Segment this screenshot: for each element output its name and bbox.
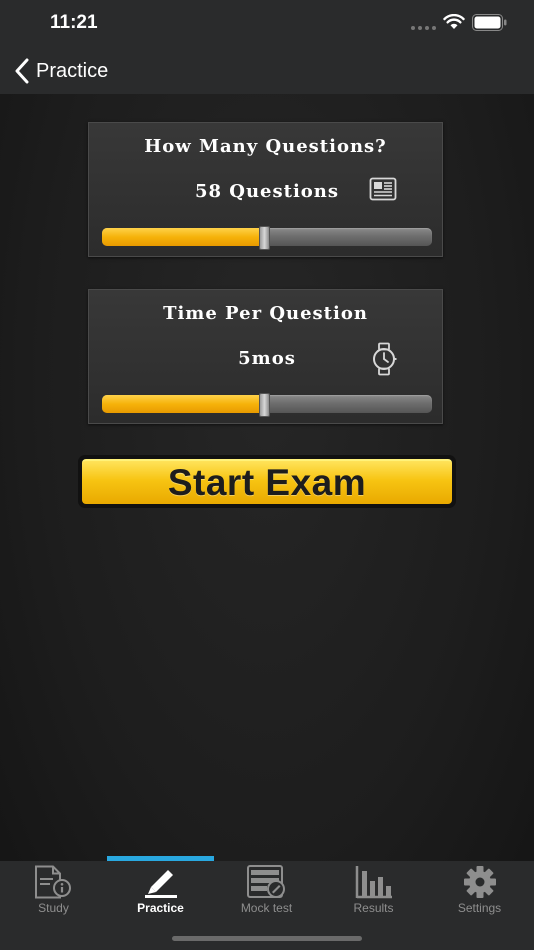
back-button[interactable]: Practice [14,56,108,86]
start-exam-label: Start Exam [167,461,367,503]
slider-fill [102,228,264,246]
study-document-icon [34,865,71,899]
newspaper-icon [369,177,397,201]
mock-test-icon [246,865,285,898]
slider-thumb[interactable] [258,226,270,250]
start-exam-button[interactable]: Start Exam [78,455,456,508]
wifi-icon [443,14,465,29]
tab-bar: Study Practice Mock test Results Setting… [0,861,534,950]
tab-mock-test-label: Mock test [240,901,293,915]
tab-settings-label: Settings [457,901,502,915]
gear-icon [463,866,496,898]
battery-icon [472,14,507,31]
question-count-slider[interactable] [102,226,432,250]
back-button-label: Practice [36,59,109,82]
slider-thumb[interactable] [258,393,270,417]
tab-results-label: Results [353,901,394,915]
bar-chart-icon [355,866,392,899]
chevron-left-icon [15,58,29,84]
tab-results[interactable]: Results [320,861,427,923]
question-count-panel: How Many Questions? 58 Questions [88,122,443,257]
tab-study[interactable]: Study [0,861,107,923]
stopwatch-icon [373,342,397,376]
home-indicator [172,936,362,941]
tab-practice-label: Practice [137,901,184,915]
start-exam-button-face: Start Exam [82,459,452,504]
top-bar: 11:21 Practice [0,0,534,94]
question-count-title: How Many Questions? [144,136,387,157]
pencil-icon [144,870,177,898]
status-time: 11:21 [50,12,98,33]
tab-practice[interactable]: Practice [107,861,214,923]
signal-dots-icon [411,26,436,30]
tab-study-label: Study [38,901,69,915]
time-per-question-title: Time Per Question [163,303,368,324]
tab-mock-test[interactable]: Mock test [213,861,320,923]
practice-screen: 11:21 Practice How Many Questions? 58 Qu… [0,0,534,950]
slider-fill [102,395,264,413]
time-per-question-slider[interactable] [102,393,432,417]
time-per-question-panel: Time Per Question 5mos [88,289,443,424]
tab-settings[interactable]: Settings [426,861,533,923]
